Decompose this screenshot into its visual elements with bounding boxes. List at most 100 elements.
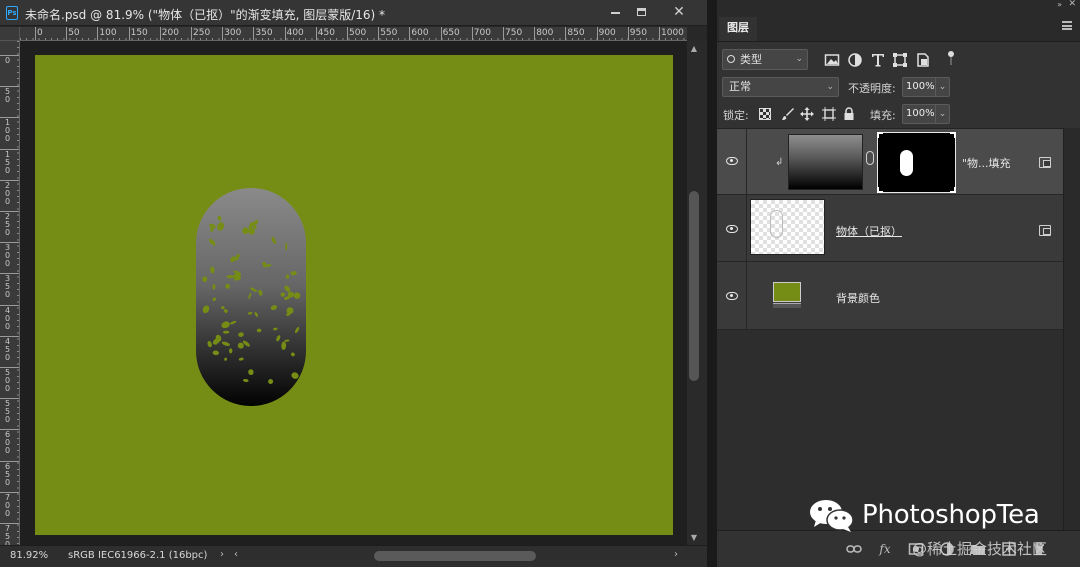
- object-layer-thumbnail[interactable]: [750, 199, 825, 255]
- ruler-label: 950: [629, 28, 647, 38]
- blend-row: 正常 ⌄ 不透明度: 100% ⌄: [717, 75, 1080, 99]
- ruler-tick: [659, 27, 660, 40]
- collapse-panels-icon[interactable]: »: [1057, 0, 1062, 9]
- lock-artboard-icon[interactable]: [822, 107, 836, 121]
- fill-input[interactable]: 100%: [902, 104, 936, 124]
- ruler-label: 350: [4, 274, 11, 300]
- filter-kind-select[interactable]: 类型 ⌄: [722, 49, 808, 70]
- lock-label: 锁定:: [723, 109, 749, 122]
- ruler-label: 700: [4, 492, 11, 518]
- smart-object-badge-icon: [1039, 225, 1051, 236]
- ruler-label: 900: [598, 28, 616, 38]
- ruler-tick: [0, 367, 19, 368]
- scroll-right-icon[interactable]: ›: [674, 549, 678, 560]
- maximize-button[interactable]: [630, 3, 652, 21]
- ps-document-icon: Ps: [6, 6, 18, 20]
- visibility-toggle[interactable]: [717, 129, 747, 194]
- gradient-pill-object[interactable]: [196, 188, 306, 406]
- scroll-up-icon[interactable]: ▲: [688, 44, 700, 53]
- adjustment-layer-filter-icon[interactable]: [847, 52, 863, 68]
- layer-background-color[interactable]: 背景颜色: [717, 262, 1063, 330]
- mask-link-chain-icon[interactable]: [866, 151, 874, 165]
- solid-color-swatch[interactable]: [773, 282, 801, 302]
- document-tab[interactable]: Ps 未命名.psd @ 81.9% ("物体（已抠）"的渐变填充, 图层蒙版/…: [0, 0, 707, 26]
- pixel-layer-filter-icon[interactable]: [824, 52, 840, 68]
- layer-name[interactable]: "物...填充: [962, 155, 1011, 171]
- fill-layer-stand-icon: [773, 303, 801, 308]
- document-title: 未命名.psd @ 81.9% ("物体（已抠）"的渐变填充, 图层蒙版/16)…: [25, 8, 386, 22]
- status-menu-chevron-icon[interactable]: ›: [220, 549, 224, 560]
- maximize-icon: [636, 8, 646, 16]
- ruler-label: 50: [4, 87, 11, 105]
- link-layers-icon[interactable]: [846, 541, 862, 557]
- gradient-fill-thumbnail[interactable]: [788, 134, 863, 190]
- ruler-label: 500: [4, 368, 11, 393]
- ruler-label: 600: [4, 430, 11, 456]
- ruler-label: 700: [473, 28, 491, 38]
- layers-panel: » ✕ 图层 类型 ⌄ 正常 ⌄ 不透明度: 100% ⌄ 锁定: 填充: 10…: [717, 0, 1080, 567]
- ruler-label: 500: [349, 28, 367, 38]
- document-window: Ps 未命名.psd @ 81.9% ("物体（已抠）"的渐变填充, 图层蒙版/…: [0, 0, 707, 567]
- fill-slider-chevron-icon[interactable]: ⌄: [936, 104, 950, 124]
- ruler-label: 150: [130, 28, 148, 38]
- vertical-ruler[interactable]: 0 50 100 150 200 250 300 350 400 450 500 550 600 650 7…: [0, 41, 20, 545]
- layer-mask-thumbnail[interactable]: [877, 132, 956, 193]
- ruler-tick: [0, 398, 19, 400]
- ruler-tick: [0, 304, 19, 306]
- ruler-tick: [440, 27, 442, 40]
- panel-menu-icon[interactable]: [1062, 21, 1072, 30]
- ruler-label: 550: [380, 28, 398, 38]
- visibility-toggle[interactable]: [717, 195, 747, 261]
- lock-image-pixels-brush-icon[interactable]: [781, 107, 795, 121]
- photoshop-window: Ps 未命名.psd @ 81.9% ("物体（已抠）"的渐变填充, 图层蒙版/…: [0, 0, 1080, 567]
- eye-icon: [726, 292, 738, 300]
- opacity-slider-chevron-icon[interactable]: ⌄: [936, 77, 950, 97]
- ruler-origin[interactable]: [0, 27, 20, 41]
- ruler-label: 50: [68, 28, 80, 38]
- layer-style-fx-icon[interactable]: fx: [877, 541, 893, 557]
- shape-layer-filter-icon[interactable]: [892, 52, 908, 68]
- visibility-toggle[interactable]: [717, 262, 747, 329]
- vertical-scroll-thumb[interactable]: [689, 191, 699, 381]
- scroll-left-icon[interactable]: ‹: [234, 549, 238, 560]
- ruler-tick: [503, 27, 504, 40]
- lock-position-move-icon[interactable]: [800, 107, 814, 121]
- ruler-tick: [66, 27, 68, 40]
- layer-name[interactable]: 物体（已抠）: [836, 223, 902, 239]
- lock-transparent-pixels-icon[interactable]: [759, 108, 771, 120]
- blend-mode-select[interactable]: 正常 ⌄: [722, 77, 839, 97]
- ruler-label: 250: [4, 212, 11, 237]
- ruler-label: 150: [4, 149, 11, 175]
- filter-kind-label: 类型: [740, 53, 762, 66]
- layer-gradient-fill[interactable]: ↲ "物...填充: [717, 129, 1063, 195]
- layer-name[interactable]: 背景颜色: [836, 290, 880, 306]
- opacity-input[interactable]: 100%: [902, 77, 936, 97]
- minimize-button[interactable]: [604, 3, 626, 21]
- status-bar: 81.92% sRGB IEC61966-2.1 (16bpc) › ‹ ›: [0, 545, 707, 567]
- ruler-tick: [159, 27, 161, 40]
- document-canvas[interactable]: [35, 55, 673, 535]
- type-layer-filter-icon[interactable]: [870, 52, 886, 68]
- search-icon: [727, 55, 735, 63]
- layers-scrollbar[interactable]: [1063, 128, 1080, 530]
- ruler-tick: [471, 27, 473, 40]
- horizontal-ruler[interactable]: 0 50 100 150 200 250 300 350 400 450 500 550 600 650 7…: [20, 27, 687, 41]
- object-shape-preview: [770, 210, 783, 238]
- smart-object-filter-icon[interactable]: [915, 52, 931, 68]
- ruler-label: 450: [317, 28, 335, 38]
- watermark-credit: @稀土掘金技术社区: [912, 540, 1048, 558]
- ruler-label: 650: [442, 28, 460, 38]
- close-panel-icon[interactable]: ✕: [1068, 0, 1076, 9]
- zoom-level[interactable]: 81.92%: [10, 550, 48, 561]
- lock-all-icon[interactable]: [842, 107, 856, 121]
- color-profile: sRGB IEC61966-2.1 (16bpc): [68, 550, 208, 561]
- horizontal-scroll-thumb[interactable]: [374, 551, 536, 561]
- wechat-logo-icon: [810, 500, 854, 532]
- tab-layers[interactable]: 图层: [719, 17, 757, 41]
- layer-object[interactable]: 物体（已抠）: [717, 195, 1063, 262]
- vertical-scrollbar[interactable]: ▲ ▼: [687, 41, 707, 545]
- ruler-tick: [315, 27, 317, 40]
- ruler-tick: [284, 27, 286, 40]
- close-document-button[interactable]: ✕: [668, 3, 690, 21]
- scroll-down-icon[interactable]: ▼: [688, 533, 700, 542]
